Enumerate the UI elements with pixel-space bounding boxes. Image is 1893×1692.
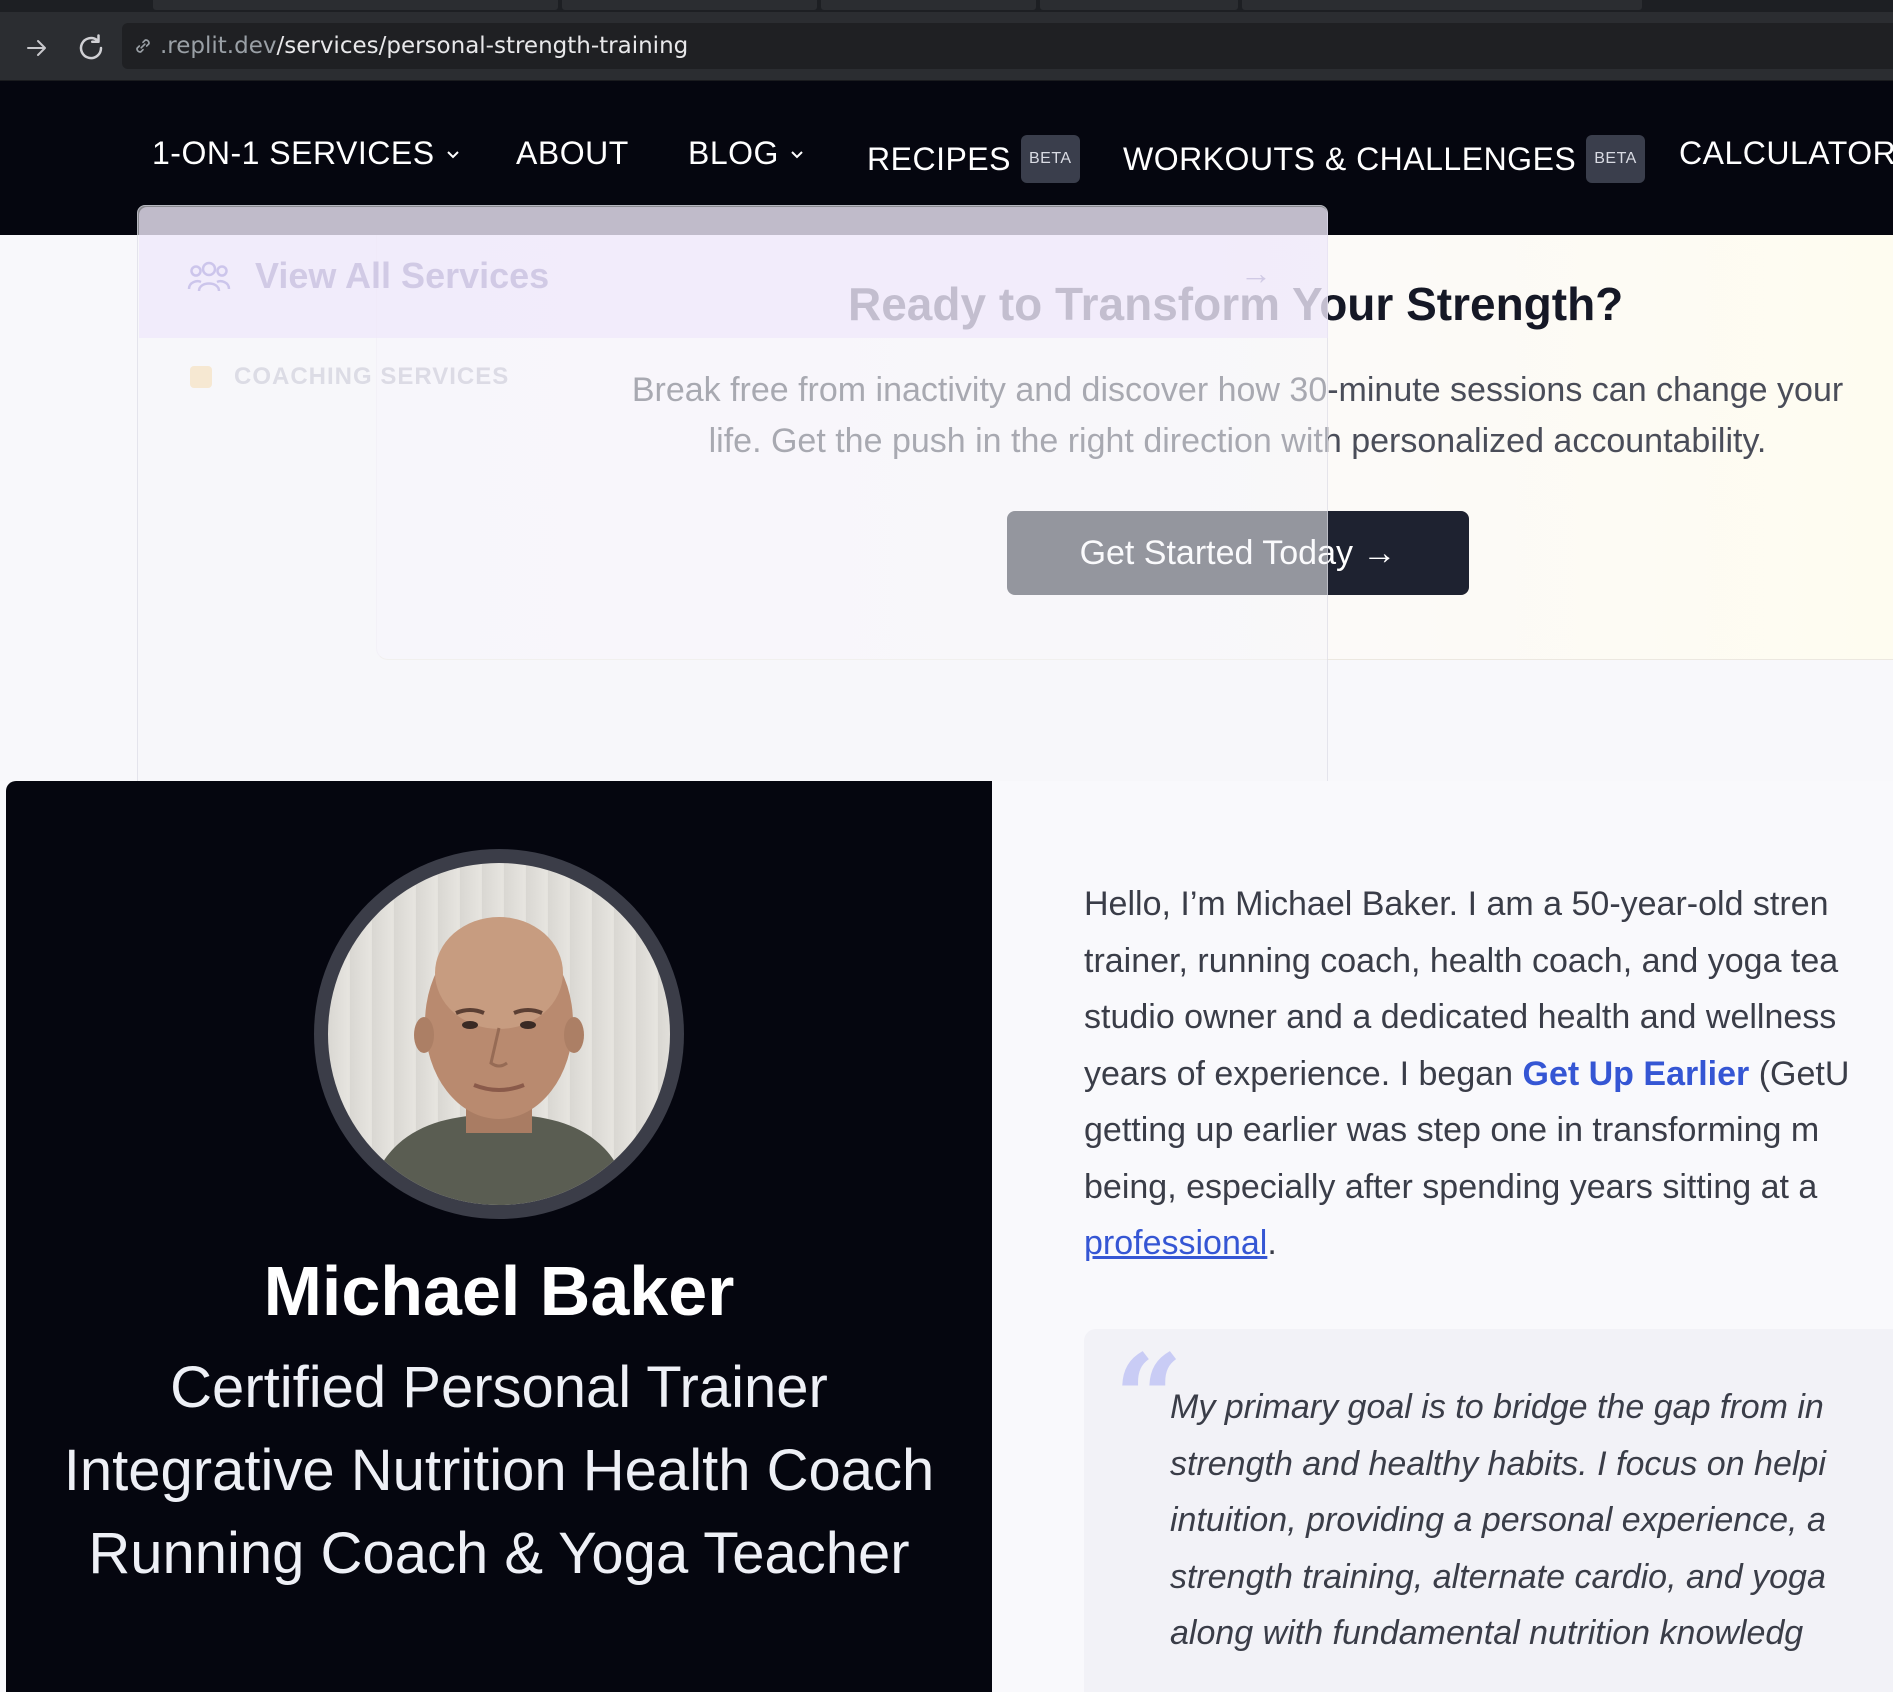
- bio-line: studio owner and a dedicated health and …: [1084, 998, 1837, 1036]
- nav-services-label: 1-ON-1 SERVICES: [152, 135, 435, 171]
- coaching-services-heading: COACHING SERVICES: [190, 363, 509, 391]
- browser-tab[interactable]: [821, 0, 1036, 10]
- quote-text: My primary goal is to bridge the gap fro…: [1170, 1379, 1893, 1662]
- arrow-right-icon: →: [1240, 255, 1272, 291]
- bio-card: Michael Baker Certified Personal Trainer…: [6, 781, 992, 1692]
- bio-line: trainer, running coach, health coach, an…: [1084, 941, 1839, 980]
- quote-line: strength and healthy habits. I focus on …: [1170, 1444, 1826, 1483]
- credential-item: Integrative Nutrition Health Coach: [63, 1438, 935, 1503]
- beta-badge: BETA: [1586, 135, 1645, 183]
- nav-recipes[interactable]: RECIPES BETA: [867, 135, 1080, 183]
- bio-line: professional.: [1084, 1215, 1893, 1272]
- credentials-list: Certified Personal Trainer Integrative N…: [46, 1353, 952, 1602]
- coaching-services-label: COACHING SERVICES: [234, 363, 510, 390]
- bio-paragraph: Hello, I’m Michael Baker. I am a 50-year…: [1084, 876, 1893, 1272]
- reload-icon: [79, 34, 103, 60]
- bio-line-text: .: [1267, 1224, 1277, 1262]
- browser-tab[interactable]: [1040, 0, 1238, 10]
- tab-strip: [0, 0, 1893, 12]
- url-text: .replit.dev/services/personal-strength-t…: [160, 33, 688, 59]
- beta-badge: BETA: [1020, 135, 1080, 183]
- bio-line: years of experience. I began Get Up Earl…: [1084, 1046, 1893, 1103]
- get-up-earlier-link[interactable]: Get Up Earlier: [1523, 1055, 1750, 1093]
- chevron-down-icon: [446, 150, 459, 158]
- view-all-services-link[interactable]: View All Services →: [139, 207, 1328, 338]
- url-domain: .replit.dev: [160, 33, 277, 59]
- nav-calculators-label: CALCULATORS: [1679, 135, 1893, 171]
- profile-photo: [328, 863, 670, 1205]
- forward-button[interactable]: [21, 32, 53, 64]
- bio-line: Hello, I’m Michael Baker. I am a 50-year…: [1084, 885, 1829, 923]
- avatar: [314, 849, 684, 1219]
- nav-calculators[interactable]: CALCULATORS: [1679, 135, 1893, 172]
- reload-button[interactable]: [75, 32, 107, 64]
- bio-line: getting up earlier was step one in trans…: [1084, 1111, 1820, 1149]
- nav-recipes-label: RECIPES: [867, 140, 1011, 177]
- credential-item: Certified Personal Trainer: [170, 1355, 828, 1420]
- bio-line: being, especially after spending years s…: [1084, 1167, 1818, 1206]
- url-path: /services/personal-strength-training: [276, 33, 689, 59]
- chevron-down-icon: [791, 150, 803, 158]
- credential-item: Running Coach & Yoga Teacher: [88, 1521, 910, 1586]
- nav-about-label: ABOUT: [516, 135, 629, 171]
- browser-tab[interactable]: [1242, 0, 1642, 10]
- bio-section: Michael Baker Certified Personal Trainer…: [0, 781, 1893, 1692]
- users-icon: [187, 261, 231, 292]
- browser-tab[interactable]: [153, 0, 558, 10]
- url-field[interactable]: .replit.dev/services/personal-strength-t…: [122, 23, 1893, 69]
- quote-line: strength training, alternate cardio, and…: [1170, 1557, 1826, 1596]
- professional-link[interactable]: professional: [1084, 1224, 1267, 1262]
- nav-blog[interactable]: BLOG: [688, 135, 805, 172]
- nav-about[interactable]: ABOUT: [516, 135, 629, 172]
- browser-tab[interactable]: [562, 0, 817, 10]
- quote-line: along with fundamental nutrition knowled…: [1170, 1614, 1804, 1652]
- quote-line: My primary goal is to bridge the gap fro…: [1170, 1388, 1824, 1426]
- quote-block: “ My primary goal is to bridge the gap f…: [1084, 1329, 1893, 1692]
- portrait-illustration: [368, 917, 630, 1205]
- link-icon: [136, 39, 150, 53]
- view-all-services-label: View All Services: [255, 255, 550, 296]
- address-bar: .replit.dev/services/personal-strength-t…: [0, 12, 1893, 81]
- nav-blog-label: BLOG: [688, 135, 779, 171]
- bio-content: Hello, I’m Michael Baker. I am a 50-year…: [992, 781, 1893, 1692]
- nav-workouts[interactable]: WORKOUTS & CHALLENGES BETA: [1123, 135, 1645, 183]
- nav-workouts-label: WORKOUTS & CHALLENGES: [1123, 140, 1577, 177]
- quote-line: intuition, providing a personal experien…: [1170, 1501, 1826, 1539]
- bio-line-text: (GetU: [1749, 1054, 1850, 1093]
- services-dropdown: View All Services → COACHING SERVICES: [137, 205, 1328, 812]
- muscle-icon: [190, 366, 212, 388]
- nav-services[interactable]: 1-ON-1 SERVICES: [152, 135, 461, 172]
- trainer-name: Michael Baker: [263, 1252, 735, 1330]
- arrow-right-icon: [27, 40, 46, 56]
- bio-line-text: years of experience. I began: [1084, 1054, 1523, 1093]
